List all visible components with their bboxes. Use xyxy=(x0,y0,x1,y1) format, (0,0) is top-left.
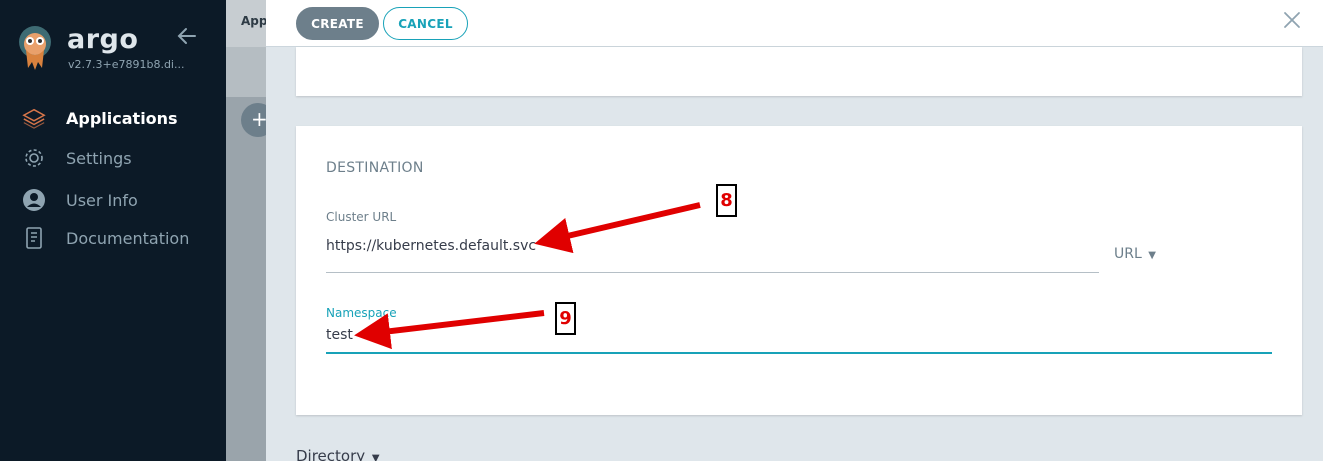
argo-logo-icon xyxy=(19,26,51,70)
sidebar: argo v2.7.3+e7891b8.di... Applications S… xyxy=(0,0,226,461)
create-button[interactable]: CREATE xyxy=(296,7,379,40)
version-label: v2.7.3+e7891b8.di... xyxy=(68,58,185,71)
collapse-arrow-icon[interactable] xyxy=(175,24,199,48)
sidebar-item-settings[interactable]: Settings xyxy=(0,140,226,176)
create-app-panel: CREATE CANCEL DESTINATION Cluster URL ht… xyxy=(266,0,1323,461)
url-type-label: URL xyxy=(1114,246,1142,262)
caret-down-icon: ▼ xyxy=(371,453,380,461)
namespace-underline xyxy=(326,352,1272,354)
directory-label: Directory xyxy=(296,447,366,461)
new-app-button: + xyxy=(241,103,266,137)
sidebar-item-label: User Info xyxy=(66,190,138,210)
book-icon xyxy=(22,226,46,250)
cluster-url-input[interactable]: https://kubernetes.default.svc xyxy=(326,238,536,254)
sidebar-item-label: Applications xyxy=(66,108,178,128)
annotation-label-9: 9 xyxy=(555,302,576,335)
layers-icon xyxy=(22,106,46,130)
panel-header: CREATE CANCEL xyxy=(266,0,1323,47)
destination-title: DESTINATION xyxy=(326,160,424,176)
cluster-url-label: Cluster URL xyxy=(326,210,397,224)
cancel-button[interactable]: CANCEL xyxy=(383,7,468,40)
namespace-input[interactable]: test xyxy=(326,327,353,343)
underlying-header: Appl xyxy=(226,0,266,47)
sidebar-item-label: Documentation xyxy=(66,228,190,248)
gear-icon xyxy=(22,146,46,170)
previous-section-card xyxy=(296,47,1302,96)
close-icon[interactable] xyxy=(1282,10,1302,30)
sidebar-item-label: Settings xyxy=(66,148,132,168)
annotation-label-8: 8 xyxy=(716,184,737,217)
sidebar-item-user-info[interactable]: User Info xyxy=(0,182,226,218)
directory-dropdown[interactable]: Directory ▼ xyxy=(296,447,380,461)
user-circle-icon xyxy=(22,188,46,212)
url-type-dropdown[interactable]: URL ▼ xyxy=(1114,246,1156,262)
underlying-breadcrumb: Appl xyxy=(241,14,266,28)
destination-card: DESTINATION Cluster URL https://kubernet… xyxy=(296,126,1302,415)
cluster-url-underline xyxy=(326,272,1099,273)
brand-name: argo xyxy=(67,24,139,55)
sidebar-item-documentation[interactable]: Documentation xyxy=(0,220,226,256)
sidebar-item-applications[interactable]: Applications xyxy=(0,100,226,136)
underlying-page: Appl + xyxy=(226,0,266,461)
caret-down-icon: ▼ xyxy=(1148,250,1156,261)
namespace-label: Namespace xyxy=(326,306,397,320)
underlying-toolbar: + xyxy=(226,47,266,137)
